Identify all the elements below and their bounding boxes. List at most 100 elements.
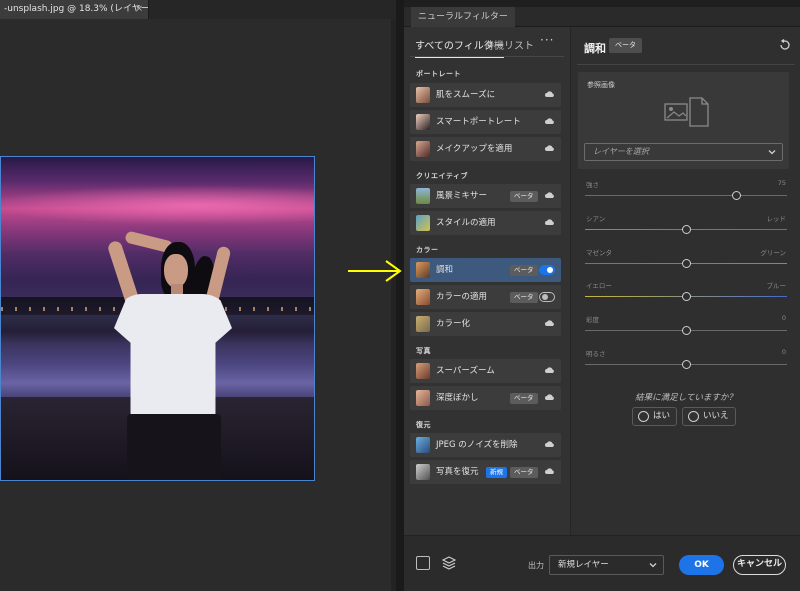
image-file-icon [664, 97, 709, 127]
section-photo: 写真 [416, 347, 431, 355]
cloud-download-icon[interactable] [544, 394, 555, 402]
output-dropdown[interactable]: 新規レイヤー [549, 555, 664, 575]
beta-badge: ベータ [510, 265, 538, 276]
more-options-icon[interactable]: ··· [540, 33, 554, 47]
beta-badge: ベータ [510, 292, 538, 303]
filter-item-makeup-transfer[interactable]: メイクアップを適用 [410, 137, 561, 161]
slider-track[interactable] [585, 195, 787, 196]
filter-settings-panel: 調和 ベータ 参照画像 レイヤーを選択 結果に満足していますか？ はい いいえ … [570, 27, 800, 535]
smile-icon [638, 411, 649, 422]
slider-knob[interactable] [681, 360, 691, 369]
slider-label: マゼンタ [586, 249, 612, 257]
person-figure [106, 230, 239, 480]
slider-value-label: レッド [766, 215, 787, 223]
makeup-transfer-thumbnail [416, 141, 430, 157]
filter-item-super-zoom[interactable]: スーパーズーム [410, 359, 561, 383]
photo-restoration-thumbnail [416, 464, 430, 480]
tab-strip [149, 0, 396, 19]
chevron-down-icon [768, 150, 776, 155]
filter-label: 風景ミキサー [436, 191, 488, 201]
neural-filters-title[interactable]: ニューラルフィルター [411, 7, 515, 27]
feedback-yes-label: はい [653, 411, 671, 421]
slider-value-label: ブルー [766, 282, 787, 290]
slider-knob[interactable] [681, 259, 691, 268]
beta-badge: ベータ [609, 38, 642, 53]
filter-item-landscape-mixer[interactable]: 風景ミキサー ベータ [410, 184, 561, 208]
feedback-no-button[interactable]: いいえ [682, 407, 736, 426]
filter-item-smart-portrait[interactable]: スマートポートレート [410, 110, 561, 134]
cloud-download-icon[interactable] [544, 118, 555, 126]
slider-knob[interactable] [681, 326, 691, 335]
style-transfer-thumbnail [416, 215, 430, 231]
filter-label: スマートポートレート [436, 117, 521, 127]
workspace-gap [396, 0, 404, 591]
section-restoration: 復元 [416, 421, 431, 429]
colorize-thumbnail [416, 316, 430, 332]
chevron-down-icon [649, 563, 657, 568]
slider-value-label: 0 [781, 348, 786, 356]
filter-label: カラーの適用 [436, 292, 488, 302]
close-tab-icon[interactable]: × [135, 0, 143, 19]
cloud-download-icon[interactable] [544, 367, 555, 375]
slider-label: イエロー [586, 282, 612, 290]
canvas-image[interactable] [0, 156, 315, 481]
beta-badge: ベータ [510, 467, 538, 478]
reset-icon[interactable] [779, 39, 791, 51]
filter-item-style-transfer[interactable]: スタイルの適用 [410, 211, 561, 235]
slider-value-label: グリーン [760, 249, 786, 257]
document-tab[interactable]: -unsplash.jpg @ 18.3% (レイヤー 2, RGB/8) * … [0, 0, 149, 19]
slider-label: 明るさ [586, 350, 606, 358]
filter-label: 深度ぼかし [436, 393, 479, 403]
filter-label: メイクアップを適用 [436, 144, 513, 154]
neural-filters-titlebar: ニューラルフィルター [404, 7, 800, 27]
filter-item-color-transfer[interactable]: カラーの適用 ベータ [410, 285, 561, 309]
filter-label: 写真を復元 [436, 467, 479, 477]
cloud-download-icon[interactable] [544, 145, 555, 153]
sky-glow [1, 185, 314, 225]
filter-item-skin-smoothing[interactable]: 肌をスムーズに [410, 83, 561, 107]
filter-item-colorize[interactable]: カラー化 [410, 312, 561, 336]
beta-badge: ベータ [510, 191, 538, 202]
layer-select-dropdown[interactable]: レイヤーを選択 [584, 143, 783, 161]
feedback-yes-button[interactable]: はい [632, 407, 678, 426]
new-badge: 新規 [486, 467, 507, 478]
cloud-download-icon[interactable] [544, 219, 555, 227]
filter-item-depth-blur[interactable]: 深度ぼかし ベータ [410, 386, 561, 410]
settings-title: 調和 [584, 42, 606, 55]
color-transfer-toggle[interactable] [539, 292, 555, 302]
smart-portrait-thumbnail [416, 114, 430, 130]
filter-item-photo-restoration[interactable]: 写真を復元 新規 ベータ [410, 460, 561, 484]
filter-item-jpeg-artifacts-removal[interactable]: JPEG のノイズを削除 [410, 433, 561, 457]
slider-knob[interactable] [681, 292, 691, 301]
annotation-arrow-icon [348, 260, 402, 282]
harmonization-toggle[interactable] [539, 265, 555, 275]
frown-icon [688, 411, 699, 422]
color-transfer-thumbnail [416, 289, 430, 305]
output-value: 新規レイヤー [558, 560, 609, 570]
document-canvas[interactable] [0, 19, 396, 591]
layers-icon[interactable] [442, 556, 456, 570]
compare-view-icon[interactable] [416, 556, 430, 570]
cancel-button[interactable]: キャンセル [733, 555, 786, 575]
cloud-download-icon[interactable] [544, 91, 555, 99]
depth-blur-thumbnail [416, 390, 430, 406]
section-portrait: ポートレート [416, 70, 461, 78]
slider-knob[interactable] [681, 225, 691, 234]
divider [410, 56, 564, 57]
filter-label: スーパーズーム [436, 366, 495, 376]
filter-item-harmonization[interactable]: 調和 ベータ [410, 258, 561, 282]
tab-waitlist[interactable]: 待機リスト [484, 37, 534, 52]
cloud-download-icon[interactable] [544, 320, 555, 328]
cloud-download-icon[interactable] [544, 192, 555, 200]
slider-label: シアン [586, 215, 606, 223]
document-tab-title: -unsplash.jpg @ 18.3% (レイヤー 2, RGB/8) * [4, 4, 149, 14]
ok-button[interactable]: OK [679, 555, 724, 575]
feedback-question: 結果に満足していますか？ [635, 393, 737, 403]
feedback-no-label: いいえ [703, 411, 729, 421]
harmonization-thumbnail [416, 262, 430, 278]
cloud-download-icon[interactable] [544, 441, 555, 449]
cloud-download-icon[interactable] [544, 468, 555, 476]
slider-knob[interactable] [732, 191, 741, 200]
reference-image-box[interactable]: 参照画像 レイヤーを選択 [578, 72, 789, 169]
section-creative: クリエイティブ [416, 172, 468, 180]
